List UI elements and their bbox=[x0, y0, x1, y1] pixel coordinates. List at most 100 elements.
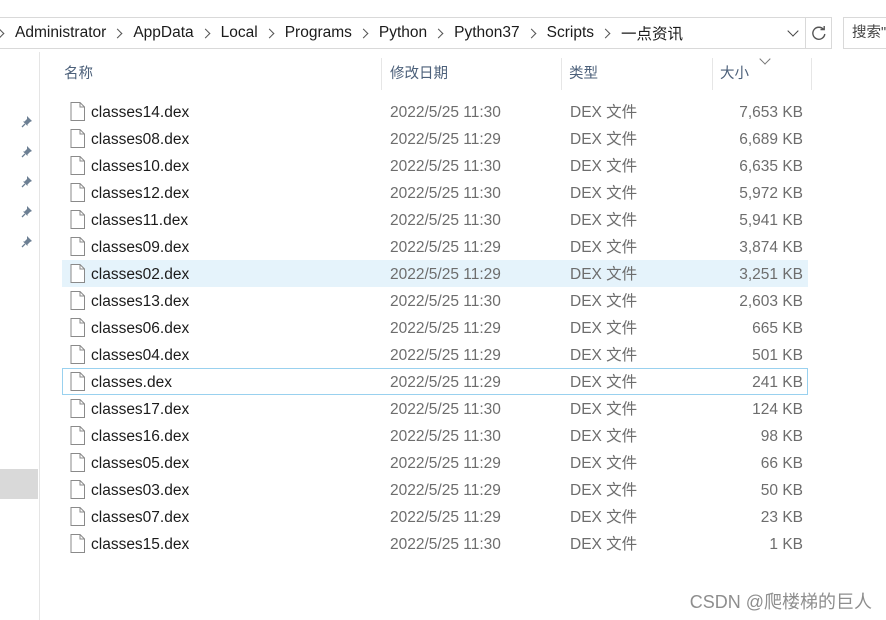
file-icon bbox=[70, 237, 85, 256]
file-row[interactable]: classes14.dex 2022/5/25 11:30 DEX 文件 7,653 … bbox=[62, 98, 808, 125]
file-name: classes05.dex bbox=[91, 455, 190, 472]
file-icon bbox=[70, 102, 85, 121]
pin-icon[interactable] bbox=[20, 175, 34, 189]
file-icon bbox=[70, 507, 85, 526]
pin-icon[interactable] bbox=[20, 235, 34, 249]
file-icon bbox=[70, 399, 85, 418]
chevron-right-icon[interactable] bbox=[0, 28, 5, 38]
breadcrumb-item[interactable]: Python bbox=[379, 24, 427, 42]
search-input[interactable]: 搜索" bbox=[843, 17, 886, 49]
chevron-right-icon[interactable] bbox=[112, 28, 123, 38]
file-icon bbox=[70, 480, 85, 499]
file-row[interactable]: classes11.dex 2022/5/25 11:30 DEX 文件 5,941 … bbox=[62, 206, 808, 233]
file-date: 2022/5/25 11:29 bbox=[390, 509, 501, 526]
file-row[interactable]: classes04.dex 2022/5/25 11:29 DEX 文件 501 KB bbox=[62, 341, 808, 368]
file-type: DEX 文件 bbox=[570, 509, 638, 526]
file-type: DEX 文件 bbox=[570, 374, 638, 391]
file-row[interactable]: classes17.dex 2022/5/25 11:30 DEX 文件 124 KB bbox=[62, 395, 808, 422]
file-row[interactable]: classes12.dex 2022/5/25 11:30 DEX 文件 5,972 … bbox=[62, 179, 808, 206]
file-row[interactable]: classes03.dex 2022/5/25 11:29 DEX 文件 50 KB bbox=[62, 476, 808, 503]
breadcrumb-item[interactable]: Python37 bbox=[454, 24, 520, 42]
column-headers: 名称 修改日期 类型 大小 bbox=[58, 53, 818, 90]
file-name: classes02.dex bbox=[91, 266, 190, 283]
file-size: 3,251 KB bbox=[739, 266, 803, 283]
chevron-right-icon[interactable] bbox=[200, 28, 211, 38]
file-row[interactable]: classes09.dex 2022/5/25 11:29 DEX 文件 3,874 … bbox=[62, 233, 808, 260]
file-row[interactable]: classes06.dex 2022/5/25 11:29 DEX 文件 665 KB bbox=[62, 314, 808, 341]
file-name: classes04.dex bbox=[91, 347, 190, 364]
column-header-type[interactable]: 类型 bbox=[563, 58, 713, 90]
file-icon bbox=[70, 210, 85, 229]
file-row[interactable]: classes.dex 2022/5/25 11:29 DEX 文件 241 KB bbox=[62, 368, 808, 395]
file-icon bbox=[70, 129, 85, 148]
file-type: DEX 文件 bbox=[570, 158, 638, 175]
file-size: 1 KB bbox=[769, 536, 803, 553]
file-date: 2022/5/25 11:29 bbox=[390, 482, 501, 499]
breadcrumb-item[interactable]: AppData bbox=[133, 24, 193, 42]
chevron-right-icon[interactable] bbox=[433, 28, 444, 38]
breadcrumb-item[interactable]: 一点资讯 bbox=[621, 22, 683, 44]
pin-icon[interactable] bbox=[20, 145, 34, 159]
address-bar[interactable]: Administrator AppData Local Programs Python P… bbox=[0, 17, 806, 49]
chevron-right-icon[interactable] bbox=[526, 28, 537, 38]
file-date: 2022/5/25 11:30 bbox=[390, 536, 501, 553]
navigation-pane[interactable] bbox=[0, 52, 40, 620]
file-type: DEX 文件 bbox=[570, 347, 638, 364]
file-row[interactable]: classes08.dex 2022/5/25 11:29 DEX 文件 6,689 … bbox=[62, 125, 808, 152]
file-size: 6,689 KB bbox=[739, 131, 803, 148]
file-type: DEX 文件 bbox=[570, 401, 638, 418]
file-row[interactable]: classes05.dex 2022/5/25 11:29 DEX 文件 66 KB bbox=[62, 449, 808, 476]
file-date: 2022/5/25 11:30 bbox=[390, 104, 501, 121]
refresh-button[interactable] bbox=[806, 17, 832, 49]
file-name: classes12.dex bbox=[91, 185, 190, 202]
column-header-date[interactable]: 修改日期 bbox=[384, 58, 562, 90]
file-row[interactable]: classes10.dex 2022/5/25 11:30 DEX 文件 6,635 … bbox=[62, 152, 808, 179]
breadcrumb-item[interactable]: Local bbox=[221, 24, 258, 42]
file-type: DEX 文件 bbox=[570, 131, 638, 148]
file-row[interactable]: classes07.dex 2022/5/25 11:29 DEX 文件 23 KB bbox=[62, 503, 808, 530]
file-date: 2022/5/25 11:30 bbox=[390, 401, 501, 418]
breadcrumb-item[interactable]: Scripts bbox=[547, 24, 594, 42]
file-name: classes08.dex bbox=[91, 131, 190, 148]
file-type: DEX 文件 bbox=[570, 482, 638, 499]
nav-selected-item[interactable] bbox=[0, 469, 38, 499]
file-date: 2022/5/25 11:29 bbox=[390, 131, 501, 148]
chevron-right-icon[interactable] bbox=[264, 28, 275, 38]
file-size: 2,603 KB bbox=[739, 293, 803, 310]
file-date: 2022/5/25 11:30 bbox=[390, 158, 501, 175]
breadcrumb-item[interactable]: Administrator bbox=[15, 24, 106, 42]
file-size: 50 KB bbox=[760, 482, 803, 499]
column-header-name[interactable]: 名称 bbox=[58, 58, 382, 90]
chevron-right-icon[interactable] bbox=[600, 28, 611, 38]
file-row[interactable]: classes13.dex 2022/5/25 11:30 DEX 文件 2,603 … bbox=[62, 287, 808, 314]
file-size: 5,972 KB bbox=[739, 185, 803, 202]
column-header-name-label: 名称 bbox=[64, 66, 93, 82]
chevron-right-icon[interactable] bbox=[358, 28, 369, 38]
address-history-dropdown[interactable] bbox=[781, 18, 805, 48]
file-icon bbox=[70, 453, 85, 472]
file-name: classes11.dex bbox=[91, 212, 189, 229]
file-icon bbox=[70, 264, 85, 283]
pin-icon[interactable] bbox=[20, 205, 34, 219]
file-size: 665 KB bbox=[752, 320, 803, 337]
file-size: 7,653 KB bbox=[739, 104, 803, 121]
pin-icon[interactable] bbox=[20, 115, 34, 129]
column-header-size-label: 大小 bbox=[720, 66, 749, 82]
file-date: 2022/5/25 11:29 bbox=[390, 239, 501, 256]
file-name: classes15.dex bbox=[91, 536, 190, 553]
file-row[interactable]: classes02.dex 2022/5/25 11:29 DEX 文件 3,251 … bbox=[62, 260, 808, 287]
file-size: 23 KB bbox=[760, 509, 803, 526]
file-row[interactable]: classes15.dex 2022/5/25 11:30 DEX 文件 1 KB bbox=[62, 530, 808, 557]
file-row[interactable]: classes16.dex 2022/5/25 11:30 DEX 文件 98 KB bbox=[62, 422, 808, 449]
file-size: 66 KB bbox=[760, 455, 803, 472]
watermark: CSDN @爬楼梯的巨人 bbox=[689, 592, 872, 612]
column-header-size[interactable]: 大小 bbox=[714, 53, 812, 90]
file-type: DEX 文件 bbox=[570, 239, 638, 256]
file-name: classes16.dex bbox=[91, 428, 190, 445]
file-type: DEX 文件 bbox=[570, 104, 638, 121]
breadcrumb-item[interactable]: Programs bbox=[285, 24, 352, 42]
file-name: classes06.dex bbox=[91, 320, 190, 337]
file-size: 5,941 KB bbox=[739, 212, 803, 229]
sort-descending-icon bbox=[759, 53, 771, 65]
file-type: DEX 文件 bbox=[570, 266, 638, 283]
